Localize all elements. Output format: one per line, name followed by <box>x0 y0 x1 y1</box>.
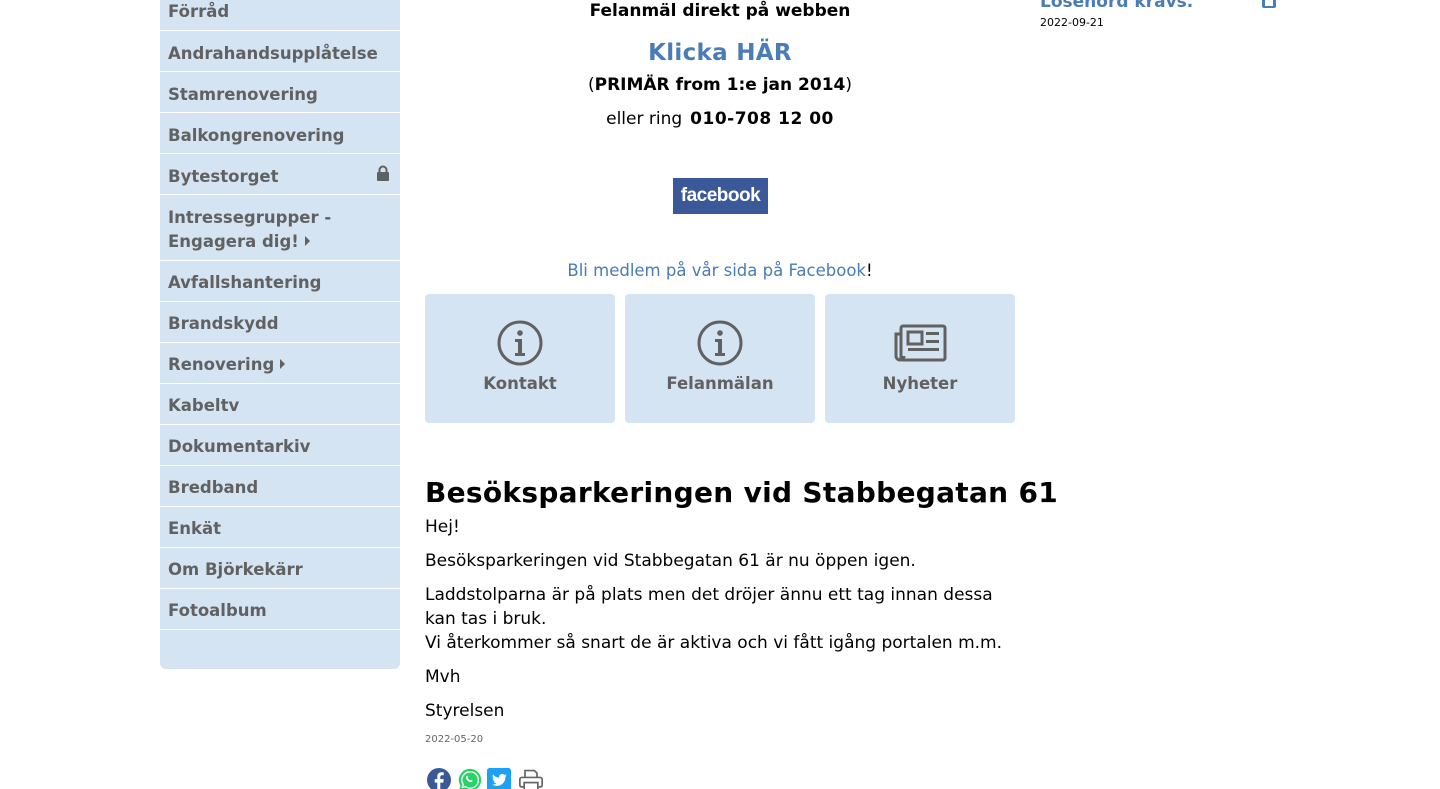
sidebar-item-avfallshantering[interactable]: Avfallshantering <box>160 261 400 302</box>
sidebar-item-label-line2: Engagera dig! <box>168 230 400 254</box>
sidebar-item-intressegrupper[interactable]: Intressegrupper - Engagera dig! <box>160 195 400 261</box>
password-required-link[interactable]: Lösenord krävs. <box>1040 0 1193 12</box>
tile-label: Felanmälan <box>666 374 774 393</box>
facebook-member-link[interactable]: Bli medlem på vår sida på Facebook <box>567 261 866 280</box>
article-title: Besöksparkeringen vid Stabbegatan 61 <box>425 476 1059 509</box>
sidebar-item-balkongrenovering[interactable]: Balkongrenovering <box>160 113 400 154</box>
sidebar-item-brandskydd[interactable]: Brandskydd <box>160 302 400 343</box>
phone-line: eller ring 010-708 12 00 <box>425 109 1015 129</box>
newspaper-icon <box>894 324 947 362</box>
sidebar-item-label: Förråd <box>168 2 230 21</box>
sidebar-item-label: Bytestorget <box>168 167 279 186</box>
right-date: 2022-09-21 <box>1040 16 1104 29</box>
phone-prefix: eller ring <box>606 109 683 129</box>
caret-right-icon <box>280 359 286 369</box>
tile-label: Nyheter <box>882 374 958 393</box>
sidebar-item-renovering[interactable]: Renovering <box>160 343 400 384</box>
sidebar-item-stamrenovering[interactable]: Stamrenovering <box>160 72 400 113</box>
sidebar-item-label: Enkät <box>168 519 222 538</box>
article-date: 2022-05-20 <box>425 734 484 745</box>
facebook-logo[interactable]: facebook <box>673 178 768 214</box>
article-signature: Styrelsen <box>425 701 505 721</box>
felanmalan-heading: Felanmäl direkt på webben <box>589 1 851 21</box>
tile-nyheter[interactable]: Nyheter <box>825 294 1015 423</box>
sidebar-item-fotoalbum[interactable]: Fotoalbum <box>160 589 400 630</box>
primar-text: PRIMÄR from 1:e jan 2014 <box>594 75 846 95</box>
article-greeting: Hej! <box>425 517 460 537</box>
lock-icon <box>377 165 389 181</box>
sidebar-item-label: Intressegrupper - <box>168 208 332 227</box>
felanmalan-link[interactable]: Klicka HÄR <box>425 40 1015 66</box>
article-paragraph: Vi återkommer så snart de är aktiva och … <box>425 633 1003 653</box>
facebook-member-line: Bli medlem på vår sida på Facebook! <box>425 261 1015 280</box>
sidebar-item-label: Renovering <box>168 355 275 374</box>
sidebar-item-label: Kabeltv <box>168 396 240 415</box>
print-icon[interactable] <box>516 768 546 789</box>
sidebar-item-label: Dokumentarkiv <box>168 437 311 456</box>
info-circle-icon <box>697 320 743 366</box>
article-signoff: Mvh <box>425 667 461 687</box>
sidebar-item-label: Brandskydd <box>168 314 279 333</box>
sidebar-item-label: Stamrenovering <box>168 85 318 104</box>
sidebar-item-bytestorget[interactable]: Bytestorget <box>160 154 400 195</box>
tile-label: Kontakt <box>483 374 557 393</box>
sidebar-item-label: Bredband <box>168 478 259 497</box>
tile-kontakt[interactable]: Kontakt <box>425 294 615 423</box>
twitter-share-icon[interactable] <box>486 768 512 789</box>
whatsapp-share-icon[interactable] <box>457 768 483 789</box>
facebook-share-icon[interactable] <box>425 768 453 789</box>
sidebar-item-enkat[interactable]: Enkät <box>160 507 400 548</box>
sidebar-item-forrad[interactable]: Förråd <box>160 0 400 31</box>
sidebar-item-kabeltv[interactable]: Kabeltv <box>160 384 400 425</box>
phone-number: 010-708 12 00 <box>690 109 834 129</box>
sidebar-item-bredband[interactable]: Bredband <box>160 466 400 507</box>
facebook-member-suffix: ! <box>865 261 873 280</box>
sidebar-item-label: Andrahandsupplåtelse <box>168 44 378 63</box>
caret-right-icon <box>304 236 310 246</box>
sidebar-item-label: Om Björkekärr <box>168 560 303 579</box>
primar-paren-close: ) <box>845 75 853 95</box>
sidebar-item-label-text: Engagera dig! <box>168 232 299 251</box>
sidebar-item-label: Fotoalbum <box>168 601 267 620</box>
sidebar-item-andrahandsupplatelse[interactable]: Andrahandsupplåtelse <box>160 31 400 72</box>
info-circle-icon <box>497 320 543 366</box>
primar-paren-open: ( <box>587 75 595 95</box>
sidebar-item-label: Avfallshantering <box>168 273 322 292</box>
primar-note: (PRIMÄR from 1:e jan 2014) <box>425 75 1015 95</box>
sidebar-item-om-bjorkekarr[interactable]: Om Björkekärr <box>160 548 400 589</box>
lock-icon <box>1262 0 1276 8</box>
sidebar-item-label: Balkongrenovering <box>168 126 345 145</box>
sidebar-item-dokumentarkiv[interactable]: Dokumentarkiv <box>160 425 400 466</box>
article-paragraph: Laddstolparna är på plats men det dröjer… <box>425 585 993 629</box>
tile-felanmalan[interactable]: Felanmälan <box>625 294 815 423</box>
sidebar: Förråd Andrahandsupplåtelse Stamrenoveri… <box>160 0 400 669</box>
article-paragraph: Besöksparkeringen vid Stabbegatan 61 är … <box>425 551 916 571</box>
